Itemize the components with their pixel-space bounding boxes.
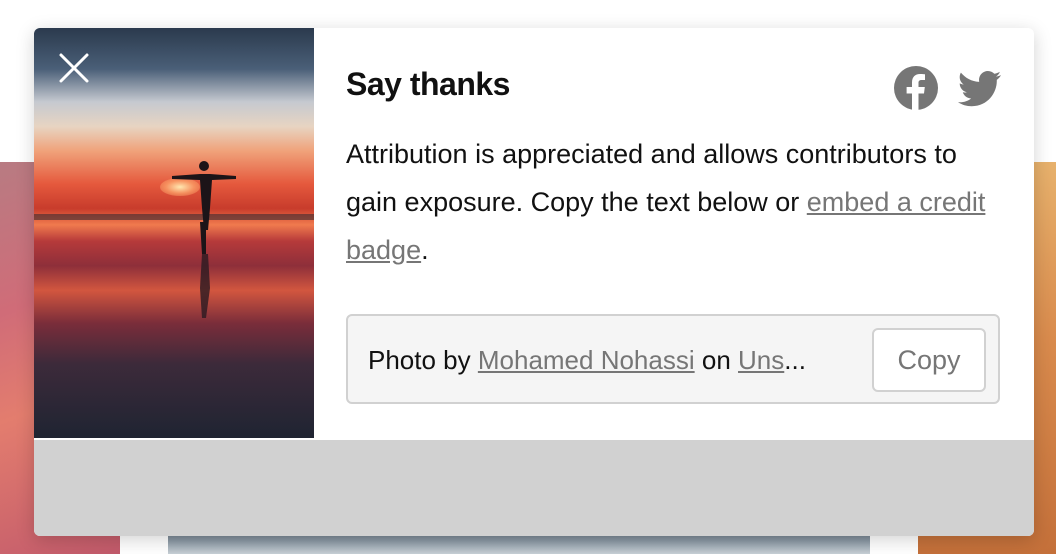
person-silhouette xyxy=(172,161,236,318)
say-thanks-modal: Say thanks Attribution is appreciated an… xyxy=(34,28,1034,536)
credit-text: Photo by Mohamed Nohassi on Uns... xyxy=(368,344,828,376)
modal-footer xyxy=(34,440,1034,536)
description-end: . xyxy=(421,235,429,265)
attribution-description: Attribution is appreciated and allows co… xyxy=(346,130,996,274)
photographer-link[interactable]: Mohamed Nohassi xyxy=(478,345,695,375)
modal-content: Say thanks Attribution is appreciated an… xyxy=(346,66,1002,274)
copy-button[interactable]: Copy xyxy=(872,328,986,392)
credit-prefix: Photo by xyxy=(368,345,478,375)
credit-ellipsis: ... xyxy=(784,345,806,375)
modal-photo xyxy=(34,28,314,438)
twitter-icon[interactable] xyxy=(958,66,1002,110)
credit-text-box: Photo by Mohamed Nohassi on Uns... Copy xyxy=(346,314,1000,404)
share-icons xyxy=(894,66,1002,110)
unsplash-link[interactable]: Uns xyxy=(738,345,784,375)
credit-middle: on xyxy=(694,345,739,375)
facebook-icon[interactable] xyxy=(894,66,938,110)
close-icon[interactable] xyxy=(58,52,90,84)
